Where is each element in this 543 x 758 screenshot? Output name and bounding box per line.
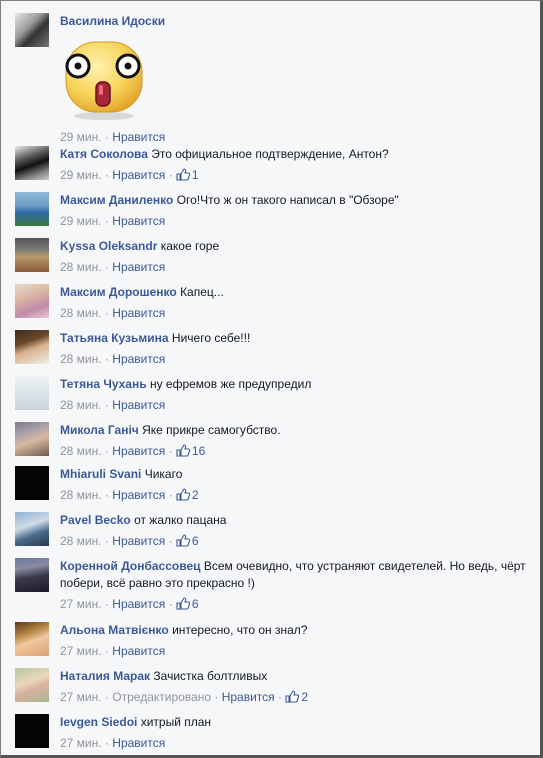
comment-text: ну ефремов же предупредил bbox=[149, 377, 312, 391]
comment-text: Ничего себе!!! bbox=[171, 331, 251, 345]
edited-label[interactable]: Отредактировано bbox=[112, 690, 211, 704]
like-button[interactable]: Нравится bbox=[112, 736, 165, 750]
like-button[interactable]: Нравится bbox=[222, 690, 275, 704]
like-count[interactable]: 1 bbox=[192, 168, 199, 182]
comment-author[interactable]: Наталия Марак bbox=[60, 669, 150, 683]
avatar[interactable] bbox=[15, 13, 49, 47]
comment-time[interactable]: 29 мин. bbox=[60, 168, 102, 182]
comment-author[interactable]: Ievgen Siedoi bbox=[60, 715, 137, 729]
avatar[interactable] bbox=[15, 422, 49, 456]
like-count[interactable]: 2 bbox=[192, 488, 199, 502]
comment-time[interactable]: 28 мин. bbox=[60, 488, 102, 502]
comment-text: Капец... bbox=[180, 285, 224, 299]
avatar[interactable] bbox=[15, 284, 49, 318]
like-button[interactable]: Нравится bbox=[112, 168, 165, 182]
comment-time[interactable]: 27 мин. bbox=[60, 644, 102, 658]
avatar[interactable] bbox=[15, 192, 49, 226]
thumbs-up-icon[interactable] bbox=[176, 488, 190, 501]
like-count[interactable]: 16 bbox=[192, 444, 205, 458]
comment-time[interactable]: 28 мин. bbox=[60, 306, 102, 320]
like-button[interactable]: Нравится bbox=[112, 260, 165, 274]
like-button[interactable]: Нравится bbox=[112, 444, 165, 458]
thumbs-up-icon[interactable] bbox=[176, 168, 190, 181]
comment-author[interactable]: Микола Ганіч bbox=[60, 423, 139, 437]
comment-time[interactable]: 29 мин. bbox=[60, 130, 102, 144]
like-button[interactable]: Нравится bbox=[112, 306, 165, 320]
thumbs-up-icon[interactable] bbox=[176, 444, 190, 457]
comment-author[interactable]: Альона Матвієнко bbox=[60, 623, 169, 637]
comment-author[interactable]: Катя Соколова bbox=[60, 147, 148, 161]
avatar[interactable] bbox=[15, 714, 49, 748]
comment-text: хитрый план bbox=[140, 715, 212, 729]
avatar[interactable] bbox=[15, 376, 49, 410]
avatar[interactable] bbox=[15, 146, 49, 180]
like-button[interactable]: Нравится bbox=[112, 398, 165, 412]
avatar[interactable] bbox=[15, 512, 49, 546]
comment-time[interactable]: 27 мин. bbox=[60, 690, 102, 704]
comment-author[interactable]: Mhiaruli Svani bbox=[60, 467, 141, 481]
comment-text: от жалко пацана bbox=[134, 513, 227, 527]
avatar[interactable] bbox=[15, 330, 49, 364]
comment-text: интересно, что он знал? bbox=[172, 623, 308, 637]
comment-author[interactable]: Василина Идоски bbox=[60, 14, 165, 28]
like-button[interactable]: Нравится bbox=[112, 534, 165, 548]
comment-time[interactable]: 28 мин. bbox=[60, 534, 102, 548]
avatar[interactable] bbox=[15, 622, 49, 656]
like-count[interactable]: 6 bbox=[192, 534, 199, 548]
comment-time[interactable]: 28 мин. bbox=[60, 260, 102, 274]
like-button[interactable]: Нравится bbox=[112, 488, 165, 502]
avatar[interactable] bbox=[15, 668, 49, 702]
comment-text: Это официальное подтверждение, Антон? bbox=[151, 147, 389, 161]
surprised-face-sticker bbox=[65, 41, 143, 120]
thumbs-up-icon[interactable] bbox=[285, 690, 300, 703]
like-count[interactable]: 2 bbox=[301, 690, 308, 704]
comment-author[interactable]: Pavel Becko bbox=[60, 513, 131, 527]
comment-author[interactable]: Kyssa Oleksandr bbox=[60, 239, 157, 253]
like-button[interactable]: Нравится bbox=[112, 130, 165, 144]
thumbs-up-icon[interactable] bbox=[176, 597, 190, 610]
thumbs-up-icon[interactable] bbox=[176, 534, 190, 547]
avatar[interactable] bbox=[15, 466, 49, 500]
comment-author[interactable]: Тетяна Чухань bbox=[60, 377, 147, 391]
comment-author[interactable]: Максим Даниленко bbox=[60, 193, 173, 207]
like-count[interactable]: 6 bbox=[192, 597, 199, 611]
comment-time[interactable]: 27 мин. bbox=[60, 736, 102, 750]
avatar[interactable] bbox=[15, 558, 49, 592]
comment-time[interactable]: 28 мин. bbox=[60, 398, 102, 412]
comment-time[interactable]: 28 мин. bbox=[60, 352, 102, 366]
comment-time[interactable]: 27 мин. bbox=[60, 597, 102, 611]
comment-text: какое горе bbox=[160, 239, 220, 253]
comment-thread: Василина Идоски 29 мин. · Нравится Катя … bbox=[0, 0, 543, 758]
comment-text: Ого!Что ж он такого написал в "Обзоре" bbox=[176, 193, 399, 207]
like-button[interactable]: Нравится bbox=[112, 644, 165, 658]
comment-author[interactable]: Татьяна Кузьмина bbox=[60, 331, 169, 345]
comment-author[interactable]: Максим Дорошенко bbox=[60, 285, 177, 299]
comment-time[interactable]: 29 мин. bbox=[60, 214, 102, 228]
avatar[interactable] bbox=[15, 238, 49, 272]
comment-time[interactable]: 28 мин. bbox=[60, 444, 102, 458]
comment-text: Зачистка болтливых bbox=[153, 669, 268, 683]
like-button[interactable]: Нравится bbox=[112, 597, 165, 611]
comment-text: Яке прикре самогубство. bbox=[142, 423, 281, 437]
like-button[interactable]: Нравится bbox=[112, 214, 165, 228]
comment-author[interactable]: Коренной Донбассовец bbox=[60, 559, 201, 573]
like-button[interactable]: Нравится bbox=[112, 352, 165, 366]
comment-text: Чикаго bbox=[144, 467, 183, 481]
